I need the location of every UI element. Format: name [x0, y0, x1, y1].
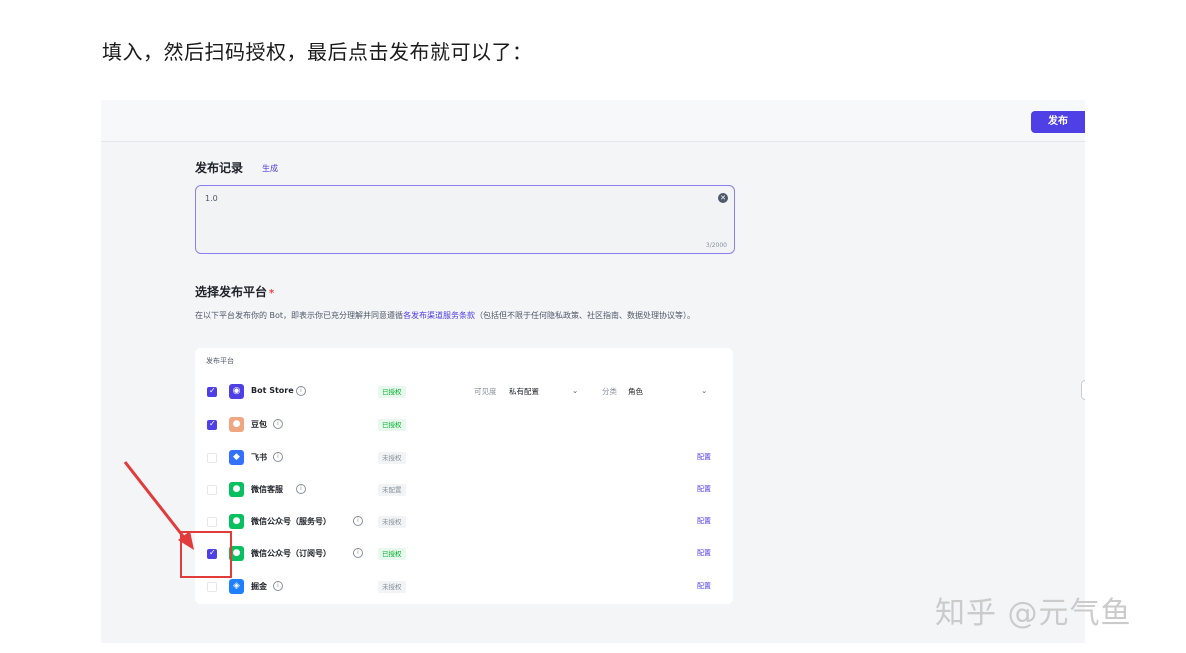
platform-row: ◉ Bot Storei 已授权 可见度 私有配置 ⌄ 分类 角色 ⌄: [195, 380, 733, 404]
platform-name: 飞书: [251, 453, 267, 462]
platform-name: 豆包: [251, 420, 267, 429]
category-label: 分类: [602, 387, 617, 396]
info-icon[interactable]: i: [353, 516, 363, 526]
watermark: 知乎 @元气鱼: [935, 596, 1132, 631]
info-icon[interactable]: i: [273, 419, 283, 429]
platform-checkbox[interactable]: [207, 517, 217, 527]
platform-section-title: 选择发布平台 *: [195, 283, 274, 300]
info-icon[interactable]: i: [353, 548, 363, 558]
platform-card: 发布平台 ◉Bot Storei已授权可见度私有配置⌄分类角色⌄●豆包i已授权◆…: [195, 348, 733, 604]
record-title: 发布记录: [195, 161, 244, 175]
platform-row: ◆ 飞书 i 未授权 配置: [195, 446, 733, 470]
terms-link[interactable]: 各发布渠道服务条款: [403, 311, 475, 320]
juejin-icon: ◈: [229, 579, 244, 594]
visibility-select[interactable]: 私有配置: [509, 386, 539, 397]
doubao-icon: ●: [229, 417, 244, 432]
platform-title-text: 选择发布平台: [195, 285, 268, 299]
chevron-down-icon[interactable]: ⌄: [572, 386, 578, 395]
highlight-box: [180, 531, 232, 578]
clear-icon[interactable]: ✕: [718, 193, 728, 203]
platform-name: 微信公众号（订阅号）: [251, 549, 331, 558]
platform-checkbox[interactable]: [207, 386, 217, 397]
wechat-icon: ●: [229, 514, 244, 529]
info-icon[interactable]: i: [273, 452, 283, 462]
screenshot-panel: 发布 发布记录 生成 1.0 ✕ 3/2000 选择发布平台 * 在以下平台发布你…: [101, 100, 1085, 643]
platform-name: Bot Store: [251, 386, 294, 395]
platform-name: 微信客服: [251, 485, 283, 494]
desc-suffix: （包括但不限于任何隐私政策、社区指南、数据处理协议等）。: [475, 311, 696, 320]
record-textarea[interactable]: 1.0 ✕ 3/2000: [195, 185, 735, 254]
article-caption: 填入，然后扫码授权，最后点击发布就可以了：: [102, 40, 533, 64]
status-badge: 未授权: [378, 581, 406, 593]
chevron-down-icon[interactable]: ⌄: [701, 386, 707, 395]
info-icon[interactable]: i: [273, 581, 283, 591]
record-value: 1.0: [205, 194, 218, 203]
wechat-icon: ●: [229, 482, 244, 497]
platform-description: 在以下平台发布你的 Bot，即表示你已充分理解并同意遵循各发布渠道服务条款（包括…: [195, 308, 740, 323]
visibility-label: 可见度: [474, 387, 497, 396]
info-icon[interactable]: i: [296, 386, 306, 396]
column-header: 发布平台: [206, 357, 234, 365]
configure-link[interactable]: 配置: [697, 484, 711, 494]
char-counter: 3/2000: [705, 242, 727, 249]
side-handle[interactable]: [1081, 380, 1085, 400]
bot-store-icon: ◉: [229, 384, 244, 399]
configure-link[interactable]: 配置: [697, 581, 711, 591]
platform-name: 微信公众号（服务号）: [251, 517, 331, 526]
top-bar: 发布: [101, 100, 1085, 142]
platform-checkbox[interactable]: [207, 485, 217, 495]
desc-prefix: 在以下平台发布你的 Bot，即表示你已充分理解并同意遵循: [195, 311, 404, 320]
platform-row: ● 豆包 i 已授权: [195, 413, 733, 437]
configure-link[interactable]: 配置: [697, 548, 711, 558]
configure-link[interactable]: 配置: [697, 516, 711, 526]
status-badge: 已授权: [378, 548, 406, 560]
status-badge: 已授权: [378, 386, 406, 398]
platform-checkbox[interactable]: [207, 582, 217, 592]
platform-row: ●微信公众号（订阅号）i已授权配置: [195, 542, 733, 566]
required-mark: *: [269, 288, 275, 299]
publish-button[interactable]: 发布: [1031, 111, 1085, 133]
info-icon[interactable]: i: [296, 484, 306, 494]
status-badge: 未授权: [378, 452, 406, 464]
platform-row: ● 微信公众号（服务号） i 未授权 配置: [195, 510, 733, 534]
category-select[interactable]: 角色: [628, 386, 643, 397]
configure-link[interactable]: 配置: [697, 452, 711, 462]
platform-row: ◈ 掘金 i 未授权 配置: [195, 575, 733, 599]
platform-checkbox[interactable]: [207, 419, 217, 430]
status-badge: 未配置: [378, 484, 406, 496]
platform-name: 掘金: [251, 582, 267, 591]
status-badge: 已授权: [378, 419, 406, 431]
feishu-icon: ◆: [229, 450, 244, 465]
status-badge: 未授权: [378, 516, 406, 528]
platform-checkbox[interactable]: [207, 453, 217, 463]
generate-link[interactable]: 生成: [262, 163, 278, 174]
platform-row: ● 微信客服 i 未配置 配置: [195, 478, 733, 502]
